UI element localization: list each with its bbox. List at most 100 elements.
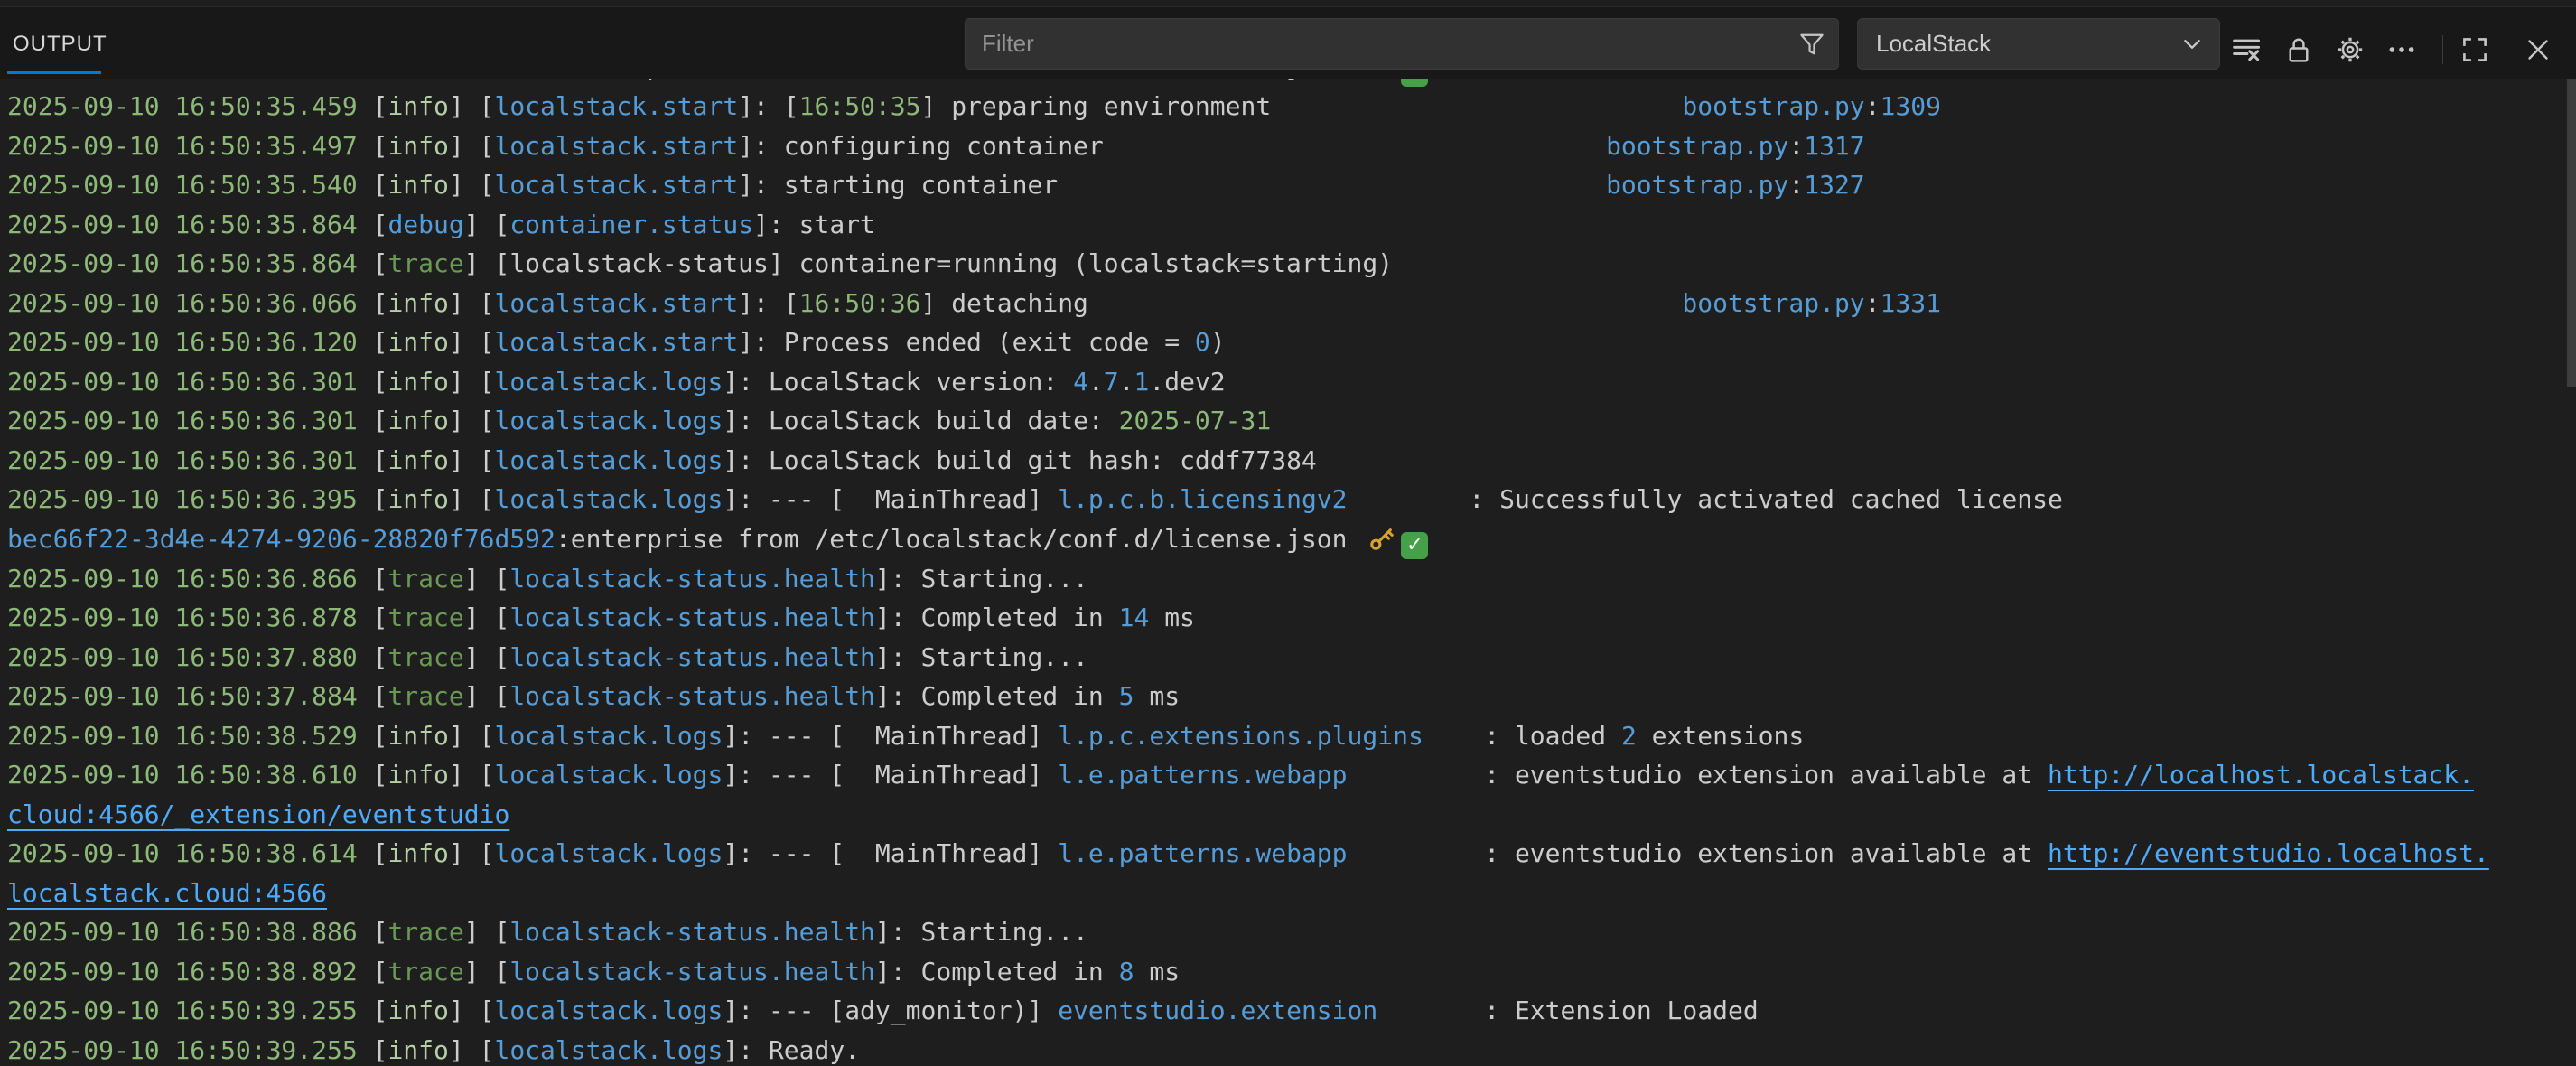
panel-header: OUTPUT LocalStack xyxy=(0,8,2576,79)
log-padding xyxy=(1348,760,1485,790)
log-segment: ] [ xyxy=(449,131,495,161)
screen-full-icon[interactable] xyxy=(2455,30,2495,70)
log-segment: trace xyxy=(387,248,463,278)
log-segment: trace xyxy=(387,642,463,672)
log-segment: ]: Completed in xyxy=(875,957,1119,987)
log-segment: info xyxy=(387,367,448,397)
log-segment: localstack.logs xyxy=(494,445,723,475)
log-link[interactable]: http://eventstudio.localhost. xyxy=(2048,838,2489,868)
filter-input[interactable] xyxy=(966,30,1798,58)
log-segment: : Extension Loaded xyxy=(1484,996,1758,1025)
log-segment: ] [ xyxy=(449,760,495,790)
log-segment: ms xyxy=(1149,603,1195,632)
log-segment: localstack-status.health xyxy=(509,642,875,672)
lock-icon[interactable] xyxy=(2279,30,2319,70)
log-segment: ] [ xyxy=(449,170,495,200)
log-link[interactable]: localstack.cloud:4566 xyxy=(7,878,327,908)
log-segment: 2 xyxy=(1621,721,1637,751)
log-line: 2025-09-10 16:50:35.540 [info] [localsta… xyxy=(7,165,2576,205)
log-segment: : xyxy=(1788,170,1804,200)
log-segment: 1327 xyxy=(1804,170,1864,200)
log-segment: localstack.start xyxy=(494,131,738,161)
log-segment: ]: LocalStack build git hash: cddf77384 xyxy=(723,445,1316,475)
log-segment: info xyxy=(387,838,448,868)
log-segment: bootstrap.py xyxy=(1682,91,1864,121)
log-segment: :enterprise from /etc/localstack/conf.d/… xyxy=(555,79,1362,81)
log-segment: ms xyxy=(1134,681,1180,711)
log-line: 2025-09-10 16:50:35.864 [debug] [contain… xyxy=(7,205,2576,245)
log-segment: 2025-09-10 16:50:37.880 xyxy=(7,642,358,672)
log-segment: ]: --- [ MainThread] xyxy=(723,721,1058,751)
key-icon xyxy=(1367,524,1396,553)
log-segment: : loaded xyxy=(1484,721,1621,751)
log-segment: info xyxy=(387,406,448,435)
check-icon: ✓ xyxy=(1401,79,1428,87)
log-segment: ]: configuring container xyxy=(738,131,1104,161)
log-segment: ) xyxy=(1210,327,1226,357)
log-segment: info xyxy=(387,1035,448,1065)
log-line: 2025-09-10 16:50:39.255 [info] [localsta… xyxy=(7,991,2576,1031)
log-segment: ] [ xyxy=(449,367,495,397)
log-segment: [ xyxy=(358,131,388,161)
log-line: 2025-09-10 16:50:35.497 [info] [localsta… xyxy=(7,126,2576,166)
log-segment: 2025-09-10 16:50:39.255 xyxy=(7,1035,358,1065)
log-segment: ]: Starting... xyxy=(875,917,1088,947)
log-segment: [ xyxy=(358,170,388,200)
log-segment: ] [ xyxy=(449,327,495,357)
log-segment: localstack-status.health xyxy=(509,957,875,987)
log-link[interactable]: http://localhost.localstack. xyxy=(2048,760,2474,790)
log-segment: 2025-09-10 16:50:38.886 xyxy=(7,917,358,947)
log-segment: ] [ xyxy=(449,721,495,751)
log-segment: localstack.logs xyxy=(494,838,723,868)
header-divider xyxy=(2442,35,2443,64)
log-line: bec66f22-3d4e-4274-9206-28820f76d592:ent… xyxy=(7,79,2576,87)
log-line: 2025-09-10 16:50:36.301 [info] [localsta… xyxy=(7,401,2576,441)
log-segment: . xyxy=(1119,367,1134,397)
log-segment: bootstrap.py xyxy=(1682,288,1864,318)
log-segment: ]: Completed in xyxy=(875,681,1119,711)
log-segment: localstack-status.health xyxy=(509,564,875,594)
log-segment: [ xyxy=(358,1035,388,1065)
check-icon: ✓ xyxy=(1401,532,1428,559)
log-segment: 2025-09-10 16:50:37.884 xyxy=(7,681,358,711)
log-segment: localstack.logs xyxy=(494,996,723,1025)
output-channel-select[interactable]: LocalStack xyxy=(1857,18,2220,70)
log-segment: ] [localstack-status] container=running … xyxy=(464,248,1393,278)
log-line: 2025-09-10 16:50:36.120 [info] [localsta… xyxy=(7,323,2576,362)
log-segment: 1 xyxy=(1134,367,1150,397)
log-line: 2025-09-10 16:50:36.301 [info] [localsta… xyxy=(7,441,2576,481)
close-icon[interactable] xyxy=(2518,30,2558,70)
log-segment: ] [ xyxy=(449,996,495,1025)
log-segment: [ xyxy=(358,210,388,239)
log-segment: 2025-09-10 16:50:38.614 xyxy=(7,838,358,868)
clear-output-icon[interactable] xyxy=(2227,30,2267,70)
log-segment: info xyxy=(387,91,448,121)
log-line: 2025-09-10 16:50:36.395 [info] [localsta… xyxy=(7,480,2576,519)
log-segment: ]: --- [ MainThread] xyxy=(723,838,1058,868)
log-segment: [ xyxy=(358,760,388,790)
log-segment: :enterprise from /etc/localstack/conf.d/… xyxy=(555,524,1362,554)
log-segment: ]: --- [ MainThread] xyxy=(723,484,1058,514)
log-segment: localstack.start xyxy=(494,170,738,200)
log-line: 2025-09-10 16:50:36.066 [info] [localsta… xyxy=(7,284,2576,323)
log-segment: localstack-status.health xyxy=(509,917,875,947)
tab-output[interactable]: OUTPUT xyxy=(13,32,107,57)
log-segment: trace xyxy=(387,917,463,947)
ellipsis-icon[interactable] xyxy=(2382,30,2422,70)
log-segment: bec66f22-3d4e-4274-9206-28820f76d592 xyxy=(7,524,555,554)
log-segment: 2025-09-10 16:50:38.610 xyxy=(7,760,358,790)
log-segment: 16:50:35 xyxy=(799,91,921,121)
gear-icon[interactable] xyxy=(2330,30,2370,70)
log-link[interactable]: cloud:4566/_extension/eventstudio xyxy=(7,800,509,829)
log-segment: ]: start xyxy=(753,210,875,239)
log-segment: 2025-09-10 16:50:36.120 xyxy=(7,327,358,357)
scrollbar[interactable] xyxy=(2567,79,2576,387)
log-segment: info xyxy=(387,327,448,357)
log-padding xyxy=(1058,170,1606,200)
log-segment: 7 xyxy=(1104,367,1119,397)
log-segment: localstack-status.health xyxy=(509,681,875,711)
log-segment: localstack.logs xyxy=(494,406,723,435)
log-segment: 2025-09-10 16:50:36.866 xyxy=(7,564,358,594)
log-segment: 2025-09-10 16:50:36.066 xyxy=(7,288,358,318)
log-segment: ] [ xyxy=(449,484,495,514)
